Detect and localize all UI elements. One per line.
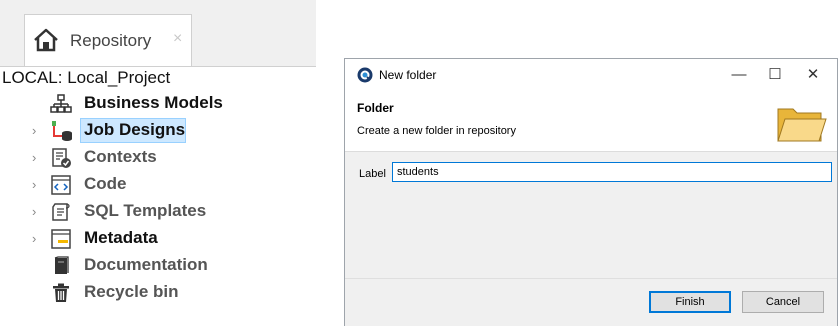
tree-item-recycle-bin[interactable]: Recycle bin	[0, 280, 316, 305]
dialog-footer: Finish Cancel	[345, 278, 837, 326]
tree-item-label: Recycle bin	[84, 282, 179, 301]
code-icon	[51, 175, 71, 195]
trash-icon	[53, 283, 69, 302]
tree-item-job-designs[interactable]: › Job Designs	[0, 118, 316, 143]
finish-button[interactable]: Finish	[649, 291, 731, 313]
close-icon[interactable]: ×	[173, 30, 182, 48]
new-folder-dialog: New folder — ☐ ✕ Folder Create a new fol…	[344, 58, 838, 326]
chevron-right-icon[interactable]: ›	[32, 123, 36, 138]
tree-item-label: Contexts	[84, 147, 157, 166]
hierarchy-icon	[50, 94, 72, 113]
dialog-title: New folder	[379, 68, 437, 82]
tree-item-documentation[interactable]: Documentation	[0, 253, 316, 278]
tree-item-code[interactable]: › Code	[0, 172, 316, 197]
job-designs-icon	[52, 121, 72, 141]
panel-gap	[316, 0, 344, 326]
repository-panel: Repository × LOCAL: Local_Project Busine…	[0, 0, 316, 326]
sql-templates-icon	[52, 203, 70, 221]
book-icon	[54, 256, 69, 274]
dialog-body: Label	[345, 152, 837, 278]
repository-tab-label: Repository	[70, 31, 152, 50]
dialog-header: Folder Create a new folder in repository	[345, 91, 837, 152]
tree-item-label: Metadata	[84, 228, 158, 247]
header-title: Folder	[357, 101, 394, 115]
label-input[interactable]	[392, 162, 832, 182]
header-description: Create a new folder in repository	[357, 125, 516, 137]
close-button[interactable]: ✕	[791, 62, 835, 88]
contexts-icon	[52, 148, 71, 168]
label-field-label: Label	[359, 168, 386, 180]
tree-item-sql-templates[interactable]: › SQL Templates	[0, 199, 316, 224]
tree-item-label: SQL Templates	[84, 201, 207, 220]
repository-tabstrip: Repository ×	[0, 0, 316, 67]
tree-item-label: Job Designs	[84, 120, 186, 139]
repository-tab[interactable]: Repository ×	[24, 14, 192, 66]
dialog-titlebar[interactable]: New folder — ☐ ✕	[345, 59, 837, 91]
tree-item-label: Code	[84, 174, 127, 193]
tree-item-metadata[interactable]: › Metadata	[0, 226, 316, 251]
chevron-right-icon[interactable]: ›	[32, 150, 36, 165]
project-label: LOCAL: Local_Project	[2, 68, 171, 87]
cancel-button[interactable]: Cancel	[742, 291, 824, 313]
metadata-icon	[51, 229, 71, 249]
folder-icon	[777, 108, 827, 142]
app-logo-icon	[357, 67, 373, 83]
chevron-right-icon[interactable]: ›	[32, 177, 36, 192]
tree-item-label: Documentation	[84, 255, 208, 274]
chevron-right-icon[interactable]: ›	[32, 204, 36, 219]
home-icon	[34, 28, 58, 52]
chevron-right-icon[interactable]: ›	[32, 231, 36, 246]
tree-item-contexts[interactable]: › Contexts	[0, 145, 316, 170]
tree-item-label: Business Models	[84, 93, 223, 112]
tree-item-business-models[interactable]: Business Models	[0, 91, 316, 116]
